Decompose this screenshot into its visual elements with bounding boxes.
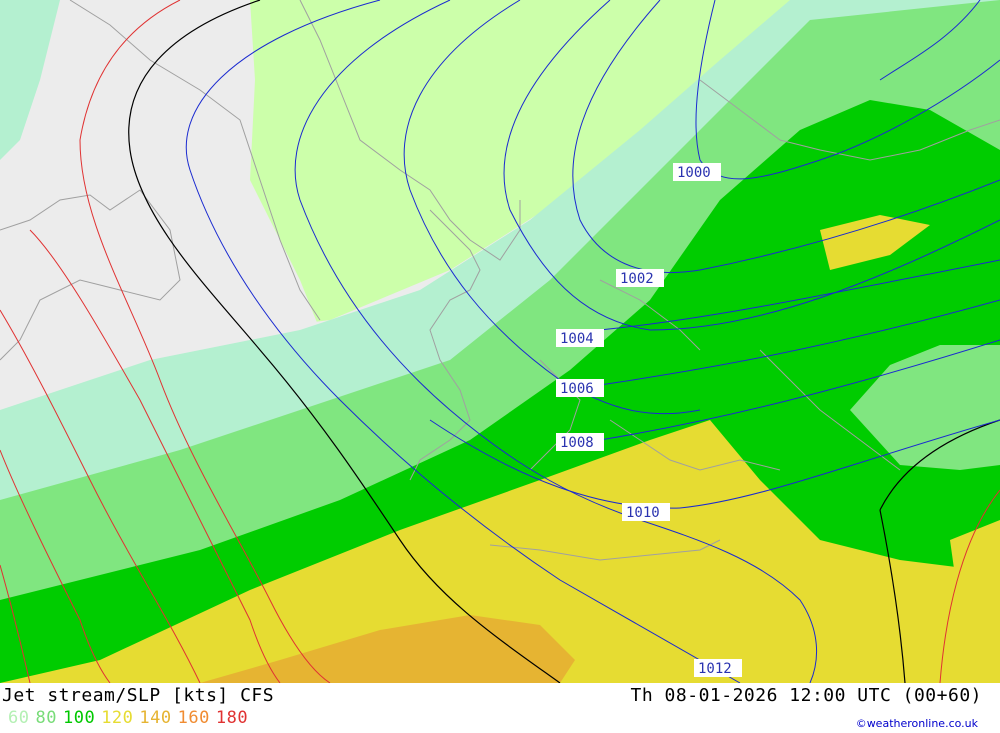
isobar-label-1000: 1000 [673,163,721,181]
legend-item-80: 80 [35,708,57,728]
legend-item-140: 140 [139,708,172,728]
legend-item-100: 100 [62,708,96,728]
jet-stream-map: 1000 1002 1004 1006 1008 1010 1012 [0,0,1000,683]
isobar-label-1006: 1006 [556,379,604,397]
svg-text:1008: 1008 [560,435,594,451]
legend-item-180: 180 [215,708,249,728]
map-title: Jet stream/SLP [kts] CFS [2,685,275,706]
isobar-label-1002: 1002 [616,269,664,287]
isobar-label-1004: 1004 [556,329,604,347]
legend-item-60: 60 [8,708,30,728]
isobar-label-1010: 1010 [622,503,670,521]
svg-text:1002: 1002 [620,271,654,287]
svg-text:1010: 1010 [626,505,660,521]
svg-text:1012: 1012 [698,661,732,677]
svg-text:1004: 1004 [560,331,594,347]
svg-text:1006: 1006 [560,381,594,397]
isobar-label-1008: 1008 [556,433,604,451]
isobar-label-1012: 1012 [694,659,742,677]
legend-item-120: 120 [101,708,134,728]
map-timestamp: Th 08-01-2026 12:00 UTC (00+60) [630,685,982,706]
credit-link[interactable]: ©weatheronline.co.uk [856,717,978,730]
wind-speed-legend: 60 80 100 120 140 160 180 [8,708,254,728]
legend-item-160: 160 [177,708,210,728]
map-footer: Jet stream/SLP [kts] CFS Th 08-01-2026 1… [0,683,1000,733]
svg-text:1000: 1000 [677,165,711,181]
